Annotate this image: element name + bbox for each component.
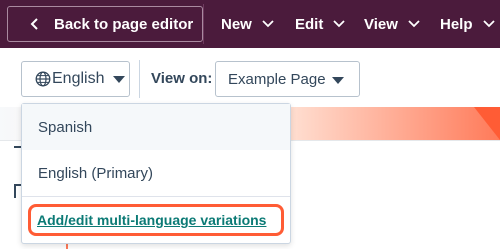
- chevron-down-icon: [333, 20, 345, 28]
- top-navigation-bar: Back to page editor New Edit View Help: [0, 0, 500, 48]
- language-switcher-button[interactable]: English: [21, 61, 130, 97]
- menu-new-label: New: [221, 15, 252, 33]
- add-edit-language-variations-link[interactable]: Add/edit multi-language variations: [37, 212, 266, 228]
- chevron-down-icon: [262, 20, 274, 28]
- menu-view[interactable]: View: [364, 0, 420, 48]
- language-option-label: Spanish: [38, 118, 93, 136]
- menu-help[interactable]: Help: [440, 0, 495, 48]
- banner-corner-accent: [474, 107, 500, 140]
- menu-edit-label: Edit: [295, 15, 324, 33]
- menu-help-label: Help: [440, 15, 473, 33]
- language-option-english-primary[interactable]: English (Primary): [22, 150, 290, 196]
- view-on-label: View on:: [151, 70, 213, 87]
- caret-down-icon: [113, 75, 126, 83]
- nav-divider: [203, 4, 204, 44]
- language-option-label: English (Primary): [38, 164, 154, 182]
- collapse-icon: [14, 146, 21, 148]
- toolbar-divider: [139, 60, 140, 98]
- globe-icon: [35, 71, 51, 87]
- view-on-select-value: Example Page: [228, 70, 326, 88]
- menu-edit[interactable]: Edit: [295, 0, 345, 48]
- caret-down-icon: [332, 77, 344, 84]
- chevron-left-icon: [30, 18, 38, 30]
- language-dropdown-menu: Spanish English (Primary) Add/edit multi…: [21, 103, 291, 244]
- language-option-spanish[interactable]: Spanish: [22, 104, 290, 150]
- chevron-down-icon: [408, 20, 420, 28]
- view-on-select[interactable]: Example Page: [215, 61, 360, 97]
- menu-divider: [22, 196, 290, 197]
- back-button-label: Back to page editor: [54, 15, 194, 33]
- chevron-down-icon: [482, 20, 495, 28]
- highlight-outline: Add/edit multi-language variations: [28, 204, 284, 236]
- menu-view-label: View: [364, 15, 398, 33]
- menu-new[interactable]: New: [221, 0, 274, 48]
- language-button-label: English: [52, 70, 105, 87]
- back-to-page-editor-button[interactable]: Back to page editor: [7, 6, 203, 42]
